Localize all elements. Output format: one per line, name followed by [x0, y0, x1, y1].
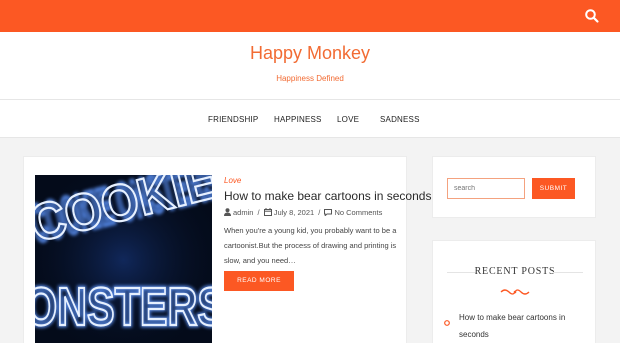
- bullet-icon: [444, 313, 450, 326]
- post-card: COOKIE ONSTERS COOKIE ONSTERS ONSTERS Lo…: [23, 156, 431, 343]
- read-more-button[interactable]: READ MORE: [224, 271, 294, 291]
- top-bar: [0, 0, 620, 32]
- nav-item-sadness[interactable]: SADNESS: [380, 115, 420, 124]
- nav-item-friendship[interactable]: FRIENDSHIP: [208, 115, 258, 124]
- main-navigation: FRIENDSHIP HAPPINESS LOVE SADNESS: [0, 100, 620, 138]
- post-meta: admin / July 8, 2021 / No Comments: [224, 208, 382, 218]
- post-author[interactable]: admin: [233, 208, 253, 217]
- comment-icon: [324, 209, 333, 218]
- sidebar-search-widget: SUBMIT: [432, 156, 596, 218]
- recent-posts-widget: RECENT POSTS How to make bear cartoons i…: [432, 240, 596, 343]
- svg-text:ONSTERS: ONSTERS: [35, 277, 212, 337]
- heading-divider-right: [553, 272, 583, 273]
- recent-post-link[interactable]: How to make bear cartoons in seconds: [459, 309, 579, 343]
- calendar-icon: [263, 208, 272, 218]
- post-excerpt: When you're a young kid, you probably wa…: [224, 226, 397, 265]
- site-title[interactable]: Happy Monkey: [0, 43, 620, 64]
- search-icon[interactable]: [584, 8, 600, 24]
- search-submit-button[interactable]: SUBMIT: [532, 178, 575, 199]
- post-comments[interactable]: No Comments: [334, 208, 382, 217]
- post-category-link[interactable]: Love: [224, 176, 241, 185]
- nav-item-love[interactable]: LOVE: [337, 115, 359, 124]
- search-input[interactable]: [447, 178, 525, 199]
- neon-sign-image: COOKIE ONSTERS COOKIE ONSTERS ONSTERS: [35, 175, 212, 343]
- site-header: Happy Monkey Happiness Defined: [0, 32, 620, 100]
- post-date[interactable]: July 8, 2021: [274, 208, 314, 217]
- ornament-divider-icon: [499, 283, 531, 295]
- nav-item-happiness[interactable]: HAPPINESS: [274, 115, 322, 124]
- site-tagline: Happiness Defined: [276, 74, 344, 83]
- user-icon: [224, 208, 231, 218]
- post-title[interactable]: How to make bear cartoons in seconds: [224, 189, 431, 203]
- post-featured-image[interactable]: COOKIE ONSTERS COOKIE ONSTERS ONSTERS: [35, 175, 212, 343]
